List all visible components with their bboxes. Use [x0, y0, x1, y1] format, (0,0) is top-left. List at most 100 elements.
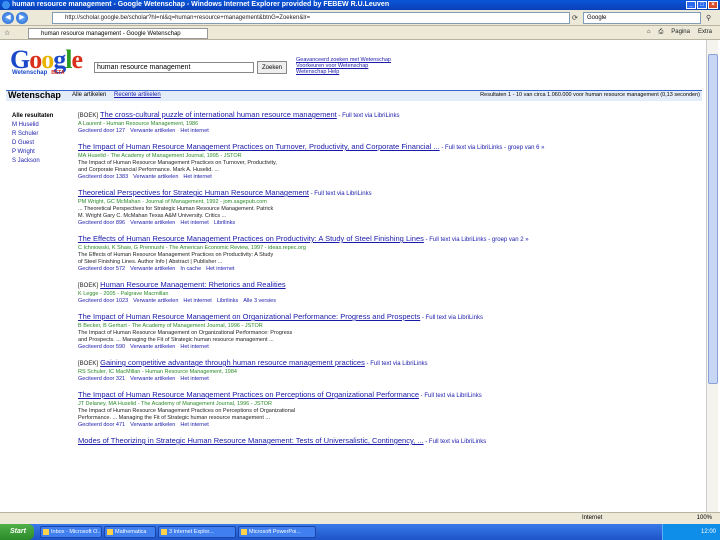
home-icon[interactable]: ⌂ [647, 29, 651, 36]
maximize-icon[interactable]: □ [697, 1, 707, 9]
result-action-link[interactable]: Verwante artikelen [130, 422, 175, 428]
result-action-link[interactable]: Verwante artikelen [130, 376, 175, 382]
result-type-badge: [BOEK] [78, 113, 99, 119]
result-action-link[interactable]: Geciteerd door 471 [78, 422, 125, 428]
result-action-link[interactable]: Geciteerd door 1023 [78, 298, 128, 304]
result-title-link[interactable]: Modes of Theorizing in Strategic Human R… [78, 436, 424, 445]
fulltext-link[interactable]: - Full text via LibriLinks [365, 361, 428, 367]
result-action-link[interactable]: Het internet [183, 298, 211, 304]
result-action-link[interactable]: Het internet [180, 376, 208, 382]
result-title-line: The Impact of Human Resource Management … [78, 142, 700, 153]
result-action-link[interactable]: Geciteerd door 127 [78, 128, 125, 134]
refresh-icon[interactable]: ⟳ [572, 14, 578, 22]
result-action-link[interactable]: Verwante artikelen [133, 298, 178, 304]
taskbar-item-label: 3 Internet Explor... [169, 529, 214, 535]
result-title-link[interactable]: The Impact of Human Resource Management … [78, 390, 419, 399]
tools-menu[interactable]: Extra [698, 29, 712, 36]
result-action-link[interactable]: Alle 3 versies [243, 298, 276, 304]
result-action-link[interactable]: Het internet [206, 266, 234, 272]
result-action-link[interactable]: Geciteerd door 1383 [78, 174, 128, 180]
result-action-link[interactable]: Geciteerd door 896 [78, 220, 125, 226]
result-action-link[interactable]: Verwante artikelen [130, 266, 175, 272]
result-type-badge: [BOEK] [78, 361, 99, 367]
query-input[interactable]: human resource management [94, 62, 254, 73]
result-action-link[interactable]: Verwante artikelen [130, 220, 175, 226]
vertical-scrollbar[interactable] [706, 40, 718, 520]
fulltext-link[interactable]: - Full text via LibriLinks [337, 113, 399, 119]
result-action-link[interactable]: Verwante artikelen [130, 128, 175, 134]
result-actions: Geciteerd door 127 Verwante artikelen Het … [78, 128, 700, 135]
favorites-star-icon[interactable]: ☆ [4, 29, 10, 37]
result-action-link[interactable]: Het internet [180, 128, 208, 134]
fulltext-link[interactable]: - Full text via LibriLinks - groep van 2… [424, 237, 529, 243]
result-actions: Geciteerd door 896 Verwante artikelen Het … [78, 220, 700, 227]
result-action-link[interactable]: Geciteerd door 572 [78, 266, 125, 272]
close-icon[interactable]: × [708, 1, 718, 9]
result-action-link[interactable]: Geciteerd door 590 [78, 344, 125, 350]
result-action-link[interactable]: Librilinks [217, 298, 238, 304]
result-action-link[interactable]: Het internet [183, 174, 211, 180]
taskbar-item[interactable]: Microsoft PowerPoi... [238, 526, 316, 538]
result-title-link[interactable]: The Impact of Human Resource Management … [78, 312, 420, 321]
page-menu[interactable]: Pagina [671, 29, 690, 36]
result-action-link[interactable]: In cache [180, 266, 201, 272]
results-stats: Resultaten 1 - 10 van circa 1.060.000 vo… [480, 92, 700, 98]
author-filter-item[interactable]: R Schuler [12, 130, 53, 139]
result-action-link[interactable]: Verwante artikelen [133, 174, 178, 180]
search-input[interactable]: Google [583, 12, 701, 24]
result-action-link[interactable]: Geciteerd door 321 [78, 376, 125, 382]
result-action-link[interactable]: Het internet [180, 422, 208, 428]
search-button[interactable]: Zoeken [257, 61, 287, 74]
help-link[interactable]: Wetenschap Help [296, 69, 391, 75]
back-arrow-icon[interactable]: ◀ [2, 12, 14, 24]
scrollbar-thumb[interactable] [708, 54, 718, 384]
window-titlebar: human resource management - Google Weten… [0, 0, 720, 10]
result-action-link[interactable]: Het internet [180, 344, 208, 350]
author-filter-item[interactable]: D Guest [12, 139, 53, 148]
author-filter-item[interactable]: S Jackson [12, 157, 53, 166]
result-action-link[interactable]: Het internet [180, 220, 208, 226]
fulltext-link[interactable]: - Full text via LibriLinks [309, 191, 372, 197]
author-filter-item[interactable]: M Huselid [12, 121, 53, 130]
result-title-line: [BOEK] Gaining competitive advantage thr… [78, 358, 700, 369]
print-icon[interactable]: ⎙ [658, 29, 663, 36]
taskbar-item[interactable]: Mathematica [104, 526, 156, 538]
fulltext-link[interactable]: - Full text via LibriLinks - groep van 6… [440, 145, 544, 151]
result-action-link[interactable]: Librilinks [214, 220, 235, 226]
start-button[interactable]: Start [0, 524, 34, 540]
fulltext-link[interactable]: - Full text via LibriLinks [419, 393, 482, 399]
result-meta: A Laurent - Human Resource Management, 1… [78, 121, 199, 127]
url-input[interactable]: http://scholar.google.be/scholar?hl=nl&q… [52, 12, 570, 24]
result-title-link[interactable]: The Effects of Human Resource Management… [78, 234, 424, 243]
all-articles-tab[interactable]: Alle artikelen [72, 92, 106, 98]
taskbar-item[interactable]: 3 Internet Explor... [158, 526, 236, 538]
status-bar: Internet 100% [0, 512, 720, 524]
result-action-link[interactable]: Verwante artikelen [130, 344, 175, 350]
logo-text: Google [10, 45, 83, 74]
minimize-icon[interactable]: _ [686, 1, 696, 9]
taskbar-item-label: Inbox - Microsoft O... [51, 529, 102, 535]
forward-arrow-icon[interactable]: ▶ [16, 12, 28, 24]
command-bar: ⌂ ⎙ Pagina Extra [647, 29, 712, 36]
taskbar-item[interactable]: Inbox - Microsoft O... [40, 526, 102, 538]
tab-google-scholar[interactable]: human resource management - Google Weten… [28, 28, 208, 39]
zoom-level[interactable]: 100% [697, 513, 712, 524]
fulltext-link[interactable]: - Full text via LibriLinks [424, 439, 486, 445]
result-snippet: The Impact of Human Resource Management … [78, 160, 277, 166]
author-filter-nav: Alle resultaten M Huselid R Schuler D Gu… [12, 112, 53, 166]
search-result: The Impact of Human Resource Management … [78, 312, 700, 351]
fulltext-link[interactable]: - Full text via LibriLinks [420, 315, 483, 321]
section-title: Wetenschap [8, 90, 61, 100]
search-icon[interactable]: ⚲ [706, 14, 711, 22]
result-title-link[interactable]: Human Resource Management: Rhetorics and… [100, 280, 286, 289]
google-scholar-logo[interactable]: Google Wetenschap BETA [10, 45, 83, 77]
result-meta: PM Wright, GC McMahan - Journal of Manag… [78, 199, 267, 205]
result-meta: C Ichniowski, K Shaw, G Prennushi - The … [78, 245, 306, 251]
author-filter-item[interactable]: P Wright [12, 148, 53, 157]
recent-articles-tab[interactable]: Recente artikelen [114, 92, 161, 98]
result-title-link[interactable]: The cross-cultural puzzle of internation… [100, 110, 337, 119]
result-title-link[interactable]: Theoretical Perspectives for Strategic H… [78, 188, 309, 197]
result-actions: Geciteerd door 590 Verwante artikelen Het … [78, 344, 700, 351]
result-title-link[interactable]: Gaining competitive advantage through hu… [100, 358, 365, 367]
result-title-link[interactable]: The Impact of Human Resource Management … [78, 142, 440, 151]
